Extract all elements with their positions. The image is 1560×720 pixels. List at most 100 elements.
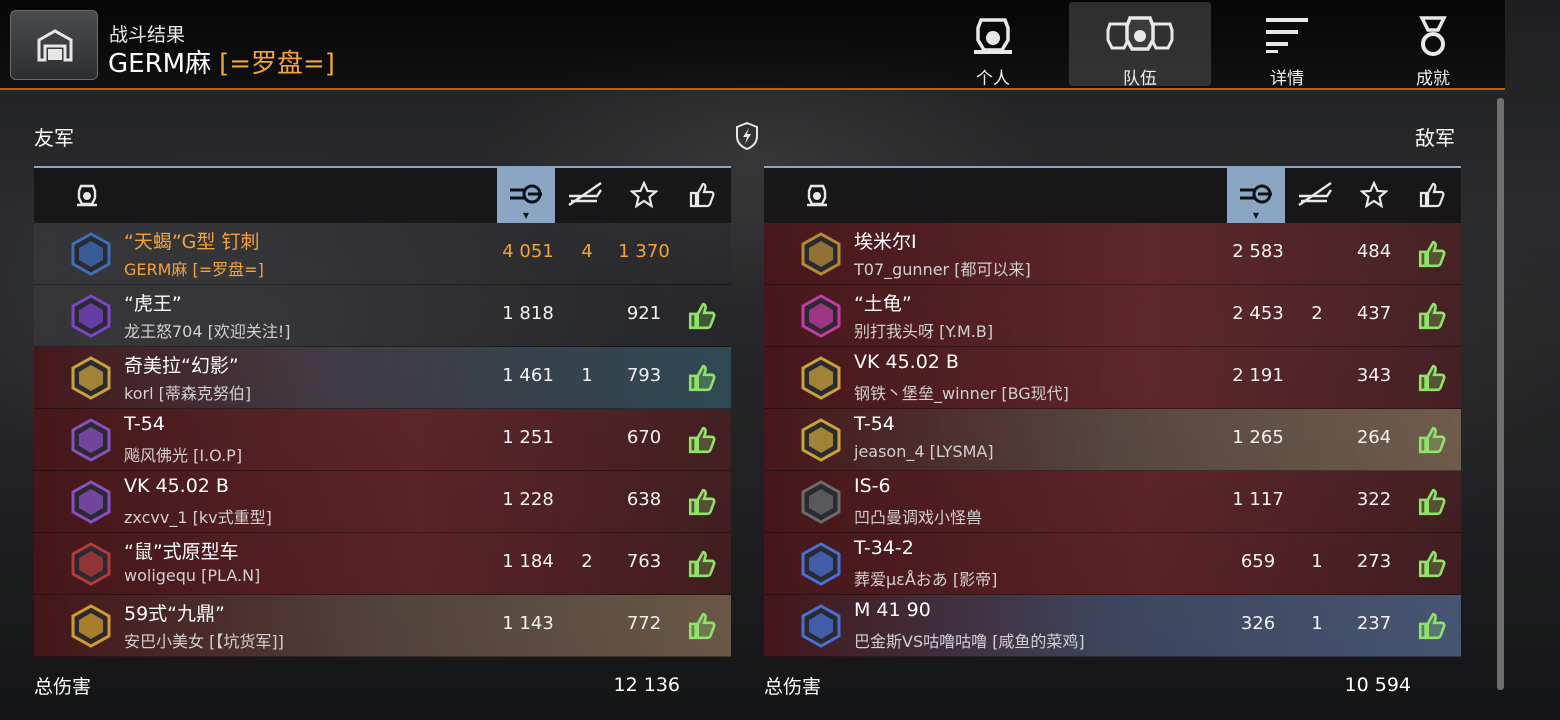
personal-tank-icon — [974, 18, 1012, 54]
player-name: 葬爱μεÅおあ [影帝] — [854, 570, 998, 589]
enemies-table-header: ▼ — [764, 166, 1461, 223]
tank-name: IS-6 — [854, 475, 891, 497]
damage-value: 2 583 — [1232, 241, 1284, 262]
like-icon — [1418, 364, 1446, 392]
xp-value: 763 — [626, 551, 662, 572]
player-row[interactable]: 埃米尔I T07_gunner [都可以来] 2 583 484 — [764, 223, 1461, 285]
tank-name: 59式“九鼎” — [124, 603, 225, 625]
tab-details[interactable]: 详情 — [1216, 2, 1358, 89]
player-row[interactable]: 奇美拉“幻影” korl [蒂森克努伯] 1 461 1 793 — [34, 347, 731, 409]
tank-column-icon — [804, 182, 830, 212]
player-name: GERM麻 — [108, 49, 212, 79]
player-rank-badge-icon — [70, 294, 112, 338]
like-button[interactable] — [1417, 239, 1447, 269]
xp-value: 1 370 — [618, 241, 670, 262]
tank-name: “天蝎”G型 钉刺 — [124, 231, 260, 253]
allies-total-damage: 12 136 — [613, 674, 680, 696]
tank-name: “虎王” — [124, 293, 182, 315]
like-button[interactable] — [1417, 301, 1447, 331]
tank-name: “土龟” — [854, 293, 912, 315]
like-icon — [1419, 182, 1445, 208]
player-row[interactable]: 59式“九鼎” 安巴小美女 [【坑货军]] 1 143 772 — [34, 595, 731, 657]
tab-team-label: 队伍 — [1123, 69, 1157, 89]
xp-column-header[interactable] — [615, 168, 673, 223]
like-button[interactable] — [1417, 487, 1447, 517]
like-button[interactable] — [687, 611, 717, 641]
player-row[interactable]: “天蝎”G型 钉刺 GERM麻 [=罗盘=] 4 051 4 1 370 — [34, 223, 731, 285]
like-button[interactable] — [687, 425, 717, 455]
player-rank-badge-icon — [800, 418, 842, 462]
tab-team[interactable]: 队伍 — [1069, 2, 1211, 89]
damage-value: 1 251 — [502, 427, 554, 448]
player-row[interactable]: M 41 90 巴金斯VS咕噜咕噜 [咸鱼的菜鸡] 326 1 237 — [764, 595, 1461, 657]
tab-personal-label: 个人 — [976, 69, 1010, 89]
player-rank-badge-icon — [800, 232, 842, 276]
like-button[interactable] — [1417, 549, 1447, 579]
like-icon — [1418, 550, 1446, 578]
player-rank-badge-icon — [800, 294, 842, 338]
medal-icon — [1419, 16, 1447, 56]
player-clan: [=罗盘=] — [219, 49, 335, 79]
like-button[interactable] — [1417, 363, 1447, 393]
tab-achievements[interactable]: 成就 — [1362, 2, 1504, 89]
sort-caret-icon: ▼ — [1252, 211, 1260, 220]
xp-value: 772 — [626, 613, 662, 634]
like-button[interactable] — [687, 487, 717, 517]
player-title: GERM麻 [=罗盘=] — [108, 43, 335, 80]
like-button[interactable] — [687, 363, 717, 393]
xp-value: 921 — [626, 303, 662, 324]
like-button[interactable] — [687, 549, 717, 579]
player-row[interactable]: “土龟” 别打我头呀 [Y.M.B] 2 453 2 437 — [764, 285, 1461, 347]
player-rank-badge-icon — [70, 418, 112, 462]
allies-table-header: ▼ — [34, 166, 731, 223]
tank-column-icon — [74, 182, 100, 212]
like-icon — [1418, 240, 1446, 268]
player-row[interactable]: T-54 jeason_4 [LYSMA] 1 265 264 — [764, 409, 1461, 471]
sort-caret-icon: ▼ — [522, 211, 530, 220]
player-row[interactable]: IS-6 凹凸曼调戏小怪兽 1 117 322 — [764, 471, 1461, 533]
hangar-button[interactable] — [10, 10, 98, 80]
damage-column-header[interactable]: ▼ — [497, 168, 555, 223]
damage-value: 1 117 — [1232, 489, 1284, 510]
enemies-total-label: 总伤害 — [764, 676, 822, 698]
damage-column-header[interactable]: ▼ — [1227, 168, 1285, 223]
enemies-title: 敌军 — [1415, 126, 1455, 150]
xp-value: 638 — [626, 489, 662, 510]
player-rank-badge-icon — [70, 542, 112, 586]
like-button[interactable] — [1417, 611, 1447, 641]
player-row[interactable]: T-54 飚风佛光 [I.O.P] 1 251 670 — [34, 409, 731, 471]
like-column-header[interactable] — [1403, 168, 1461, 223]
tank-name: “鼠”式原型车 — [124, 541, 239, 563]
player-rank-badge-icon — [70, 356, 112, 400]
damage-icon — [1240, 184, 1272, 204]
tank-name: T-54 — [124, 413, 165, 435]
details-list-icon — [1266, 18, 1308, 53]
like-icon — [689, 182, 715, 208]
tab-personal[interactable]: 个人 — [922, 2, 1064, 89]
player-name: 凹凸曼调戏小怪兽 — [854, 508, 983, 527]
damage-icon — [510, 184, 542, 204]
player-row[interactable]: “鼠”式原型车 woligequ [PLA.N] 1 184 2 763 — [34, 533, 731, 595]
player-row[interactable]: VK 45.02 B zxcvv_1 [kv式重型] 1 228 638 — [34, 471, 731, 533]
player-row[interactable]: “虎王” 龙王怒704 [欢迎关注!] 1 818 921 — [34, 285, 731, 347]
player-name: 飚风佛光 [I.O.P] — [124, 446, 243, 465]
xp-value: 237 — [1356, 613, 1392, 634]
top-bar: 战斗结果 GERM麻 [=罗盘=] 个人 队伍 详情 成就 — [0, 0, 1505, 90]
like-icon — [1418, 426, 1446, 454]
player-name: zxcvv_1 [kv式重型] — [124, 508, 272, 527]
like-icon — [1418, 302, 1446, 330]
like-button[interactable] — [1417, 425, 1447, 455]
battle-type-icon — [736, 122, 758, 150]
tank-name: VK 45.02 B — [124, 475, 229, 497]
player-row[interactable]: VK 45.02 B 钢铁丶堡垒_winner [BG现代] 2 191 343 — [764, 347, 1461, 409]
scrollbar[interactable] — [1497, 98, 1504, 690]
kills-column-header[interactable] — [1286, 168, 1344, 223]
like-column-header[interactable] — [673, 168, 731, 223]
kills-column-header[interactable] — [556, 168, 614, 223]
allies-total-label: 总伤害 — [34, 676, 92, 698]
player-name: woligequ [PLA.N] — [124, 566, 261, 585]
player-name: jeason_4 [LYSMA] — [854, 442, 994, 461]
player-row[interactable]: T-34-2 葬爱μεÅおあ [影帝] 659 1 273 — [764, 533, 1461, 595]
xp-column-header[interactable] — [1345, 168, 1403, 223]
like-button[interactable] — [687, 301, 717, 331]
